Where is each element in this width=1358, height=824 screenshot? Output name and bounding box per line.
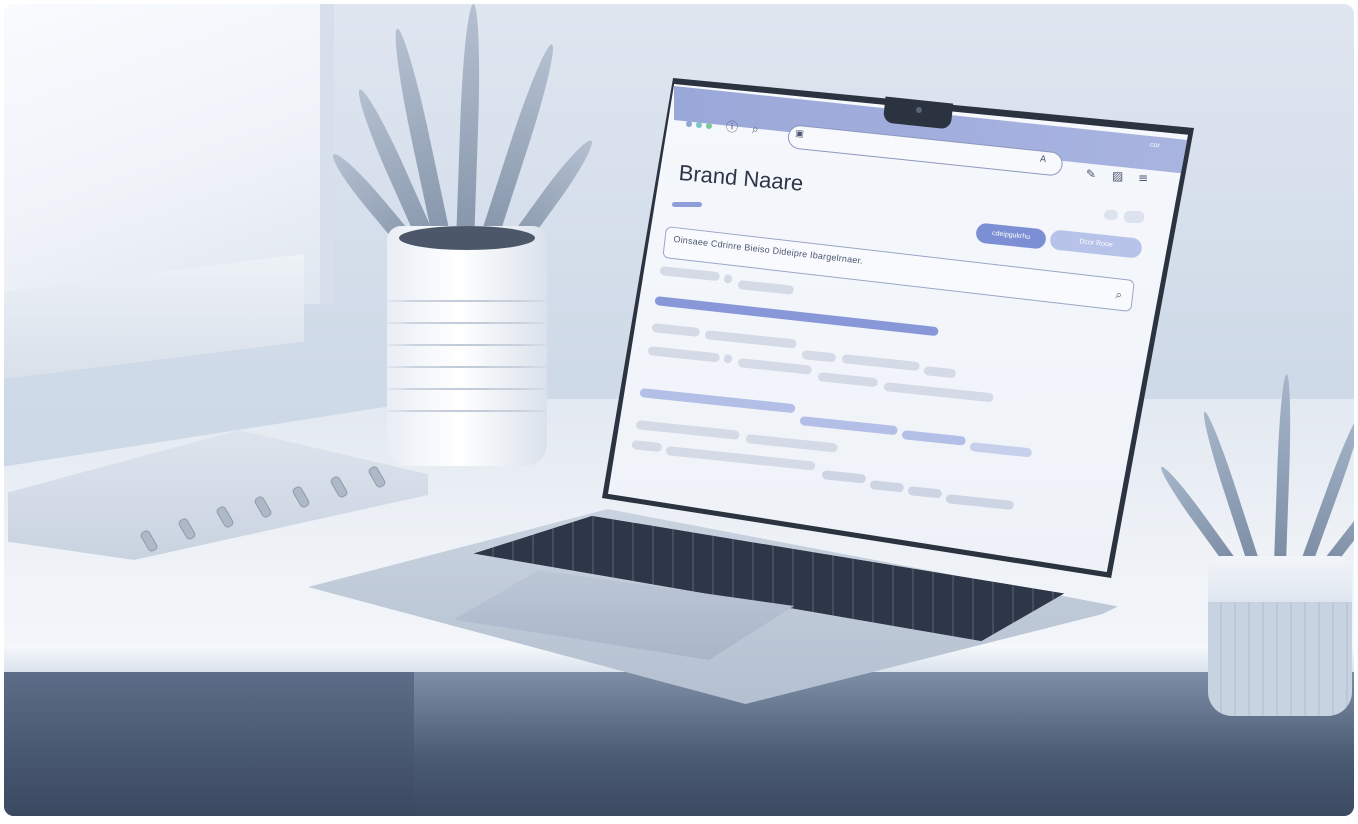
browser-ui: ⓘ ⌕ ▣ A ✎ ▨ ≡ cor Brand Naare cdeipgukrh…: [0, 0, 1358, 820]
primary-button[interactable]: cdeipgukrhu: [975, 222, 1047, 250]
content-bar: [745, 434, 838, 453]
font-icon[interactable]: A: [1039, 154, 1046, 165]
lock-icon: ▣: [794, 128, 805, 140]
content-bar: [659, 266, 721, 282]
secondary-button[interactable]: Dcor Rooe: [1049, 229, 1143, 259]
content-bar: [801, 350, 837, 363]
brand-title: Brand Naare: [677, 160, 805, 196]
address-bar[interactable]: ▣ A: [786, 124, 1064, 177]
search-field-icon[interactable]: ⌕: [1114, 287, 1123, 303]
info-icon[interactable]: ⓘ: [726, 121, 738, 133]
content-bar: [869, 480, 905, 493]
window-dot-3[interactable]: [706, 123, 712, 129]
highlight-bar: [799, 416, 898, 436]
edit-icon[interactable]: ✎: [1086, 168, 1096, 180]
menu-icon[interactable]: ≡: [1138, 172, 1148, 184]
highlight-bar: [969, 442, 1033, 458]
content-bar: [665, 446, 816, 471]
window-dot-2[interactable]: [696, 122, 702, 128]
content-bar: [907, 486, 943, 499]
content-bar: [841, 354, 921, 372]
toggle-chip[interactable]: [1124, 211, 1144, 223]
content-bar: [945, 494, 1015, 511]
content-bar: [651, 323, 701, 337]
window-dot-1[interactable]: [686, 121, 692, 127]
content-bar: [635, 420, 740, 440]
brand-underline: [672, 202, 702, 207]
content-bar: [817, 372, 879, 388]
search-placeholder: Oinsaee Cdrinre Bieiso Dideipre Ibargelr…: [672, 233, 864, 266]
content-bar: [704, 330, 797, 349]
highlight-bar: [901, 430, 967, 446]
content-bar: [737, 280, 795, 295]
content-bar: [923, 366, 957, 379]
content-bar: [723, 274, 733, 284]
content-bar: [737, 358, 813, 375]
toggle-chip[interactable]: [1104, 210, 1118, 220]
corner-label: cor: [1149, 141, 1161, 150]
image-icon[interactable]: ▨: [1112, 170, 1123, 182]
search-icon[interactable]: ⌕: [752, 123, 759, 135]
content-bar: [821, 470, 867, 484]
content-bar: [723, 354, 733, 364]
highlight-bar: [639, 388, 796, 414]
content-bar: [631, 440, 663, 453]
content-bar: [883, 382, 994, 403]
content-bar: [647, 346, 721, 363]
